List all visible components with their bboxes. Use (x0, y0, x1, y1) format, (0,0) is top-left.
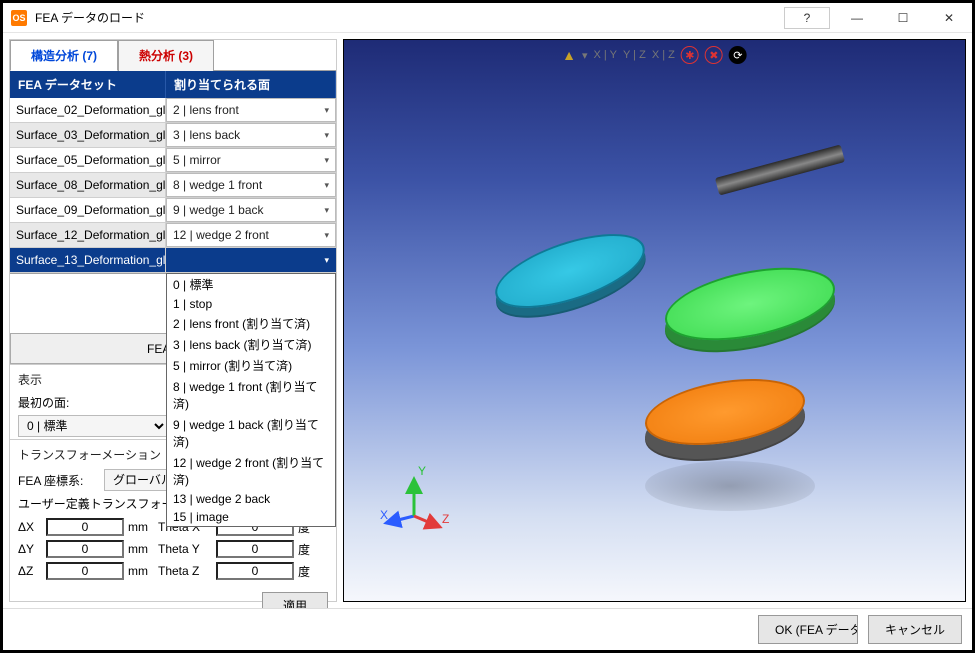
axis-triad: X Y Z (374, 461, 454, 541)
dz-input[interactable] (46, 562, 124, 580)
table-row[interactable]: Surface_09_Deformation_globa9 | wedge 1 … (10, 198, 336, 223)
cancel-icon[interactable]: ✖ (705, 46, 723, 64)
axis-z-label: Z (442, 512, 449, 526)
thetay-input[interactable] (216, 540, 294, 558)
cancel-button[interactable]: キャンセル (868, 615, 962, 644)
chevron-down-icon: ▾ (324, 105, 329, 116)
window-title: FEA データのロード (35, 9, 784, 26)
axis-x-label: X (380, 508, 388, 522)
dropdown-option[interactable]: 12 | wedge 2 front (割り当て済) (167, 452, 335, 490)
dz-unit: mm (128, 564, 154, 578)
dataset-cell: Surface_09_Deformation_globa (10, 198, 166, 222)
dataset-cell: Surface_05_Deformation_globa (10, 148, 166, 172)
left-panel: 構造分析 (7) 熱分析 (3) FEA データセット 割り当てられる面 Sur… (9, 39, 337, 602)
chevron-down-icon: ▾ (324, 155, 329, 166)
dx-unit: mm (128, 520, 154, 534)
ok-button[interactable]: OK (FEA データの適 (758, 615, 858, 644)
dropdown-option[interactable]: 9 | wedge 1 back (割り当て済) (167, 414, 335, 452)
table-header: FEA データセット 割り当てられる面 (10, 71, 336, 98)
chevron-down-icon: ▾ (324, 255, 329, 266)
col-dataset: FEA データセット (10, 71, 166, 98)
table-blank-area: 0 | 標準1 | stop2 | lens front (割り当て済)3 | … (10, 273, 336, 333)
close-button[interactable]: ✕ (926, 3, 972, 32)
dialog-footer: OK (FEA データの適 キャンセル (3, 608, 972, 650)
thetaz-unit: 度 (298, 563, 318, 580)
dx-label: ΔX (18, 520, 42, 534)
chevron-down-icon: ▾ (324, 130, 329, 141)
fan-icon[interactable]: ✱ (681, 46, 699, 64)
lens-geom (492, 219, 647, 322)
dataset-cell: Surface_12_Deformation_globa (10, 223, 166, 247)
shadow (645, 461, 815, 511)
home-view-icon[interactable]: ▲ (562, 47, 576, 63)
dropdown-option[interactable]: 0 | 標準 (167, 274, 335, 295)
titlebar: OS FEA データのロード ? — ☐ ✕ (3, 3, 972, 33)
dropdown-option[interactable]: 5 | mirror (割り当て済) (167, 355, 335, 376)
maximize-button[interactable]: ☐ (880, 3, 926, 32)
thetaz-label: Theta Z (158, 564, 212, 578)
first-face-label: 最初の面: (18, 394, 90, 411)
apply-button[interactable]: 適用 (262, 592, 328, 608)
minimize-button[interactable]: — (834, 3, 880, 32)
assigned-face-select[interactable]: 8 | wedge 1 front▾ (166, 173, 336, 197)
table-body: Surface_02_Deformation_globa2 | lens fro… (10, 98, 336, 273)
table-row[interactable]: Surface_13_Deformation_globa ▾ (10, 248, 336, 273)
tab-thermal[interactable]: 熱分析 (3) (118, 40, 214, 71)
assigned-face-select[interactable]: 2 | lens front▾ (166, 98, 336, 122)
refresh-icon[interactable]: ⟳ (729, 46, 747, 64)
table-row[interactable]: Surface_02_Deformation_globa2 | lens fro… (10, 98, 336, 123)
thetay-label: Theta Y (158, 542, 212, 556)
mirror-geom (714, 144, 844, 195)
assigned-face-dropdown[interactable]: 0 | 標準1 | stop2 | lens front (割り当て済)3 | … (166, 273, 336, 527)
table-row[interactable]: Surface_05_Deformation_globa5 | mirror▾ (10, 148, 336, 173)
chevron-down-icon: ▾ (324, 230, 329, 241)
dropdown-option[interactable]: 13 | wedge 2 back (167, 490, 335, 508)
dz-label: ΔZ (18, 564, 42, 578)
dx-input[interactable] (46, 518, 124, 536)
dataset-cell: Surface_08_Deformation_globa (10, 173, 166, 197)
dy-unit: mm (128, 542, 154, 556)
chevron-down-icon[interactable]: ▾ (582, 49, 588, 62)
view-yz[interactable]: Y | Z (623, 49, 646, 61)
dropdown-option[interactable]: 15 | image (167, 508, 335, 526)
wedge1-geom (665, 256, 835, 352)
dropdown-option[interactable]: 2 | lens front (割り当て済) (167, 313, 335, 334)
dataset-cell: Surface_13_Deformation_globa (10, 248, 166, 272)
tab-structural[interactable]: 構造分析 (7) (10, 40, 118, 71)
first-face-select[interactable]: 0 | 標準 (18, 415, 168, 437)
view-xy[interactable]: X | Y (594, 49, 617, 61)
wedge2-geom (645, 369, 805, 453)
assigned-face-select[interactable]: 5 | mirror▾ (166, 148, 336, 172)
thetay-unit: 度 (298, 541, 318, 558)
viewer-toolbar: ▲ ▾ X | Y Y | Z X | Z ✱ ✖ ⟳ (562, 46, 747, 64)
3d-viewer[interactable]: ▲ ▾ X | Y Y | Z X | Z ✱ ✖ ⟳ (343, 39, 966, 602)
table-row[interactable]: Surface_08_Deformation_globa8 | wedge 1 … (10, 173, 336, 198)
chevron-down-icon: ▾ (324, 180, 329, 191)
assigned-face-select[interactable]: ▾ (166, 248, 336, 272)
axis-y-label: Y (418, 464, 426, 478)
app-icon: OS (11, 10, 27, 26)
coord-label: FEA 座標系: (18, 472, 104, 489)
table-row[interactable]: Surface_03_Deformation_globa3 | lens bac… (10, 123, 336, 148)
help-button[interactable]: ? (784, 7, 830, 29)
dropdown-option[interactable]: 8 | wedge 1 front (割り当て済) (167, 376, 335, 414)
view-xz[interactable]: X | Z (652, 49, 675, 61)
dropdown-option[interactable]: 3 | lens back (割り当て済) (167, 334, 335, 355)
dataset-cell: Surface_03_Deformation_globa (10, 123, 166, 147)
assigned-face-select[interactable]: 12 | wedge 2 front▾ (166, 223, 336, 247)
assigned-face-select[interactable]: 3 | lens back▾ (166, 123, 336, 147)
dropdown-option[interactable]: 1 | stop (167, 295, 335, 313)
chevron-down-icon: ▾ (324, 205, 329, 216)
dy-label: ΔY (18, 542, 42, 556)
table-row[interactable]: Surface_12_Deformation_globa12 | wedge 2… (10, 223, 336, 248)
thetaz-input[interactable] (216, 562, 294, 580)
dy-input[interactable] (46, 540, 124, 558)
assigned-face-select[interactable]: 9 | wedge 1 back▾ (166, 198, 336, 222)
col-assigned: 割り当てられる面 (166, 71, 336, 98)
dataset-cell: Surface_02_Deformation_globa (10, 98, 166, 122)
